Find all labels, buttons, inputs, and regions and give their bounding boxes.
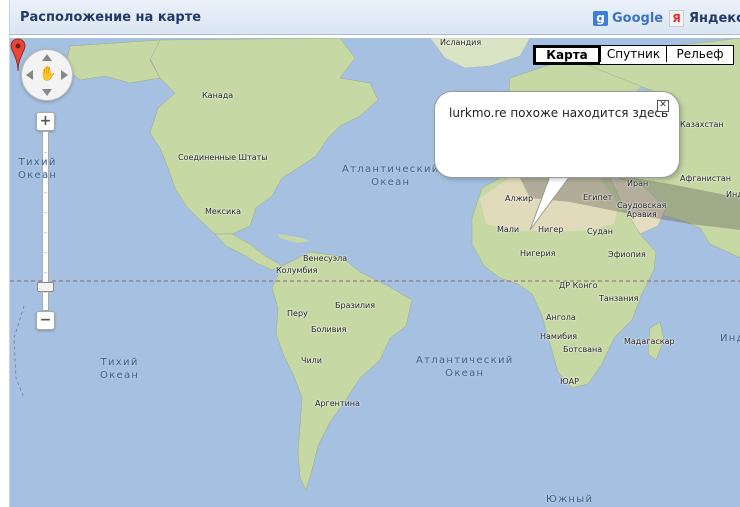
ocean-label-atlantic-south: Атлантический Океан	[416, 355, 514, 379]
zoom-tick	[44, 232, 47, 233]
pan-right-icon[interactable]	[61, 70, 68, 80]
map-type-map-button[interactable]: Карта	[534, 46, 600, 64]
place-label-mexico: Мексика	[205, 207, 241, 216]
minus-icon: −	[39, 312, 52, 328]
place-label-india: Индия	[726, 190, 740, 199]
zoom-in-button[interactable]: +	[36, 112, 55, 131]
zoom-out-button[interactable]: −	[36, 311, 55, 330]
yandex-icon: Я	[669, 9, 684, 27]
ocean-label-southern: Южный	[546, 494, 594, 505]
yandex-map-link[interactable]: Я Яндекс	[669, 9, 740, 27]
place-label-egypt: Египет	[583, 193, 613, 202]
ocean-label-atlantic-north: Атлантический Океан	[342, 164, 440, 188]
place-label-tanzania: Танзания	[599, 294, 639, 303]
place-label-saudi-arabia: Саудовская Аравия	[617, 201, 667, 219]
place-label-iceland: Исландия	[440, 38, 482, 47]
place-label-madagascar: Мадагаскар	[624, 337, 675, 346]
place-label-namibia: Намибия	[540, 332, 578, 341]
place-label-afghanistan: Афганистан	[680, 174, 732, 183]
place-label-drc: ДР Конго	[559, 281, 598, 290]
place-label-mali: Мали	[497, 225, 520, 234]
map-canvas[interactable]: Карта Спутник Рельеф ✋ + − Исландия Кана…	[10, 38, 740, 507]
place-label-iran: Иран	[627, 179, 649, 188]
place-label-south-africa: ЮАР	[560, 377, 579, 386]
place-label-venezuela: Венесуэла	[303, 254, 348, 263]
zoom-tick	[44, 212, 47, 213]
yandex-label: Яндекс	[689, 10, 740, 26]
location-info-window: lurkmo.re похоже находится здесь ✕	[434, 91, 680, 178]
map-type-satellite-button[interactable]: Спутник	[600, 46, 666, 62]
zoom-tick	[44, 192, 47, 193]
panel-header: Расположение на карте g Google Я Яндекс	[10, 0, 740, 35]
place-label-ethiopia: Эфиопия	[608, 250, 646, 259]
place-label-peru: Перу	[287, 309, 308, 318]
google-map-link[interactable]: g Google	[593, 9, 663, 27]
place-label-sudan: Судан	[587, 227, 613, 236]
close-icon[interactable]: ✕	[657, 100, 669, 112]
pan-down-icon[interactable]	[42, 89, 52, 96]
zoom-tick	[44, 252, 47, 253]
zoom-tick	[44, 292, 47, 293]
place-label-kazakhstan: Казахстан	[680, 120, 724, 129]
place-label-niger: Нигер	[538, 225, 564, 234]
ocean-label-indian: Инд	[720, 333, 740, 344]
zoom-slider-thumb[interactable]	[37, 282, 54, 292]
pan-up-icon[interactable]	[42, 54, 52, 61]
place-label-algeria: Алжир	[505, 194, 534, 203]
ocean-label-pacific-south: Тихий Океан	[100, 357, 140, 381]
place-label-canada: Канада	[202, 91, 234, 100]
place-label-argentina: Аргентина	[315, 399, 360, 408]
place-label-brazil: Бразилия	[335, 301, 376, 310]
map-type-selector: Карта Спутник Рельеф	[533, 45, 734, 65]
google-icon: g	[593, 10, 608, 26]
place-label-angola: Ангола	[546, 313, 576, 322]
place-label-chile: Чили	[301, 356, 322, 365]
hand-pan-icon: ✋	[39, 66, 57, 82]
place-label-botswana: Ботсвана	[563, 345, 603, 354]
panel-title: Расположение на карте	[20, 10, 202, 25]
zoom-tick	[44, 272, 47, 273]
place-label-usa: Соединенные Штаты	[178, 153, 268, 162]
place-label-bolivia: Боливия	[311, 325, 347, 334]
map-type-relief-button[interactable]: Рельеф	[666, 46, 733, 62]
map-panel: Расположение на карте g Google Я Яндекс	[9, 0, 740, 507]
place-label-colombia: Колумбия	[276, 266, 318, 275]
zoom-tick	[44, 152, 47, 153]
google-label: Google	[612, 10, 664, 26]
plus-icon: +	[39, 113, 52, 129]
pan-control[interactable]: ✋	[21, 49, 73, 101]
location-info-text: lurkmo.re похоже находится здесь	[449, 106, 669, 120]
map-pin-icon[interactable]	[10, 38, 26, 72]
pan-left-icon[interactable]	[26, 70, 33, 80]
place-label-nigeria: Нигерия	[520, 249, 556, 258]
ocean-label-pacific-north: Тихий Океан	[18, 157, 58, 181]
